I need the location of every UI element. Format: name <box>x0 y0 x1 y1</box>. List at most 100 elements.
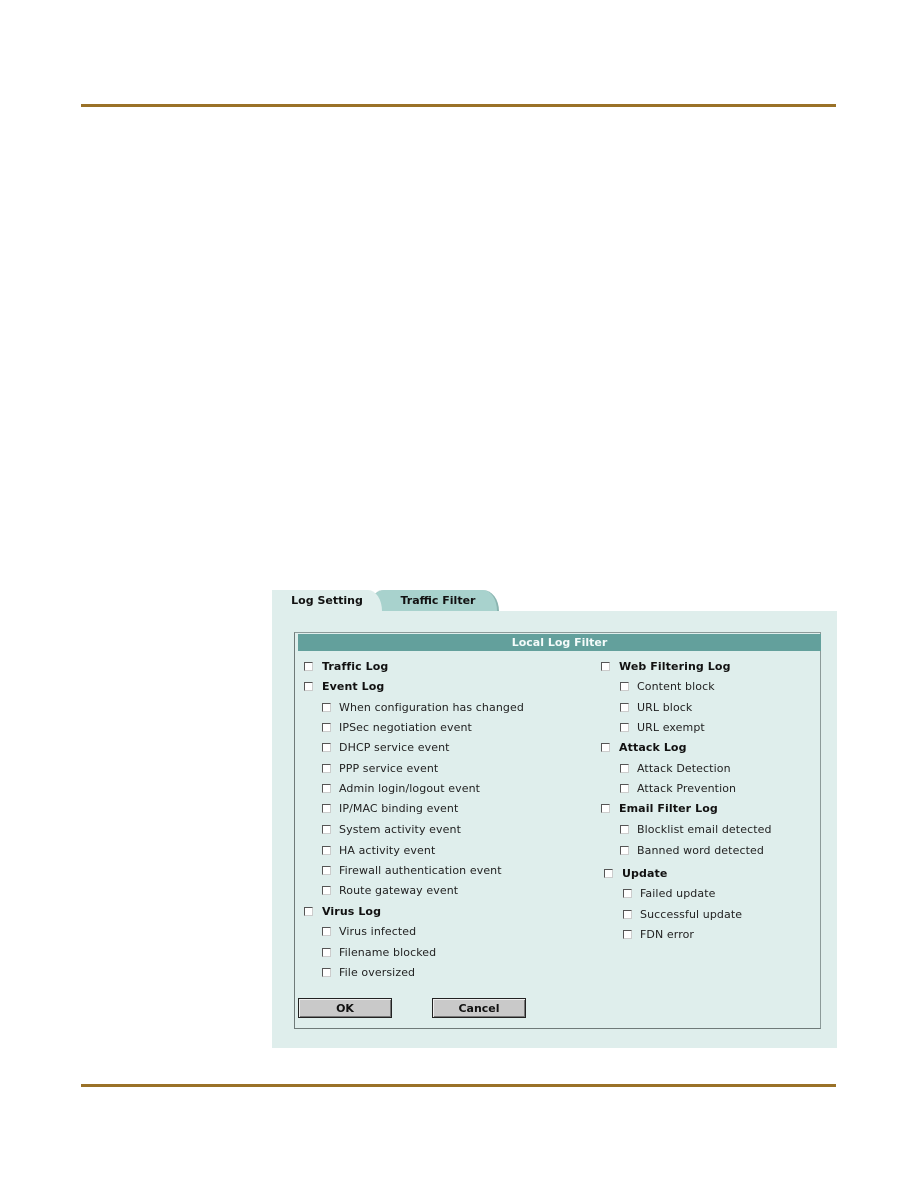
cancel-button[interactable]: Cancel <box>432 998 526 1018</box>
log-option-successful-update[interactable]: Successful update <box>623 906 742 922</box>
checkbox-label: When configuration has changed <box>339 700 524 714</box>
checkbox[interactable] <box>620 763 629 773</box>
tab-traffic-filter[interactable]: Traffic Filter <box>368 590 499 611</box>
checkbox[interactable] <box>620 702 629 712</box>
checkbox-label: Route gateway event <box>339 883 459 897</box>
checkbox[interactable] <box>620 722 629 732</box>
checkbox-label: PPP service event <box>339 761 439 775</box>
checkbox-label: IP/MAC binding event <box>339 801 459 815</box>
log-option-url-exempt[interactable]: URL exempt <box>620 719 705 735</box>
log-option-banned-word-detected[interactable]: Banned word detected <box>620 842 764 858</box>
checkbox[interactable] <box>620 845 629 855</box>
checkbox[interactable] <box>620 783 629 793</box>
log-group-event-log[interactable]: Event Log <box>304 678 384 694</box>
checkbox[interactable] <box>604 868 613 878</box>
checkbox[interactable] <box>322 803 331 813</box>
checkbox-label: Filename blocked <box>339 945 437 959</box>
checkbox-label: Virus infected <box>339 924 417 938</box>
checkbox-label: Virus Log <box>322 904 382 918</box>
log-option-when-configuration-has-changed[interactable]: When configuration has changed <box>322 699 524 715</box>
checkbox[interactable] <box>620 824 629 834</box>
checkbox-label: Banned word detected <box>637 843 764 857</box>
checkbox[interactable] <box>322 783 331 793</box>
log-option-fdn-error[interactable]: FDN error <box>623 926 694 942</box>
checkbox-label: Email Filter Log <box>619 801 718 815</box>
log-option-file-oversized[interactable]: File oversized <box>322 964 415 980</box>
checkbox-label: System activity event <box>339 822 461 836</box>
checkbox[interactable] <box>623 929 632 939</box>
checkbox-label: Firewall authentication event <box>339 863 502 877</box>
checkbox[interactable] <box>322 763 331 773</box>
checkbox-label: Attack Prevention <box>637 781 737 795</box>
checkbox[interactable] <box>322 926 331 936</box>
log-option-firewall-authentication-event[interactable]: Firewall authentication event <box>322 862 502 878</box>
log-option-ha-activity-event[interactable]: HA activity event <box>322 842 435 858</box>
log-option-failed-update[interactable]: Failed update <box>623 885 715 901</box>
checkbox-label: Successful update <box>640 907 743 921</box>
top-rule <box>81 104 836 107</box>
log-option-ipsec-negotiation-event[interactable]: IPSec negotiation event <box>322 719 472 735</box>
checkbox-label: IPSec negotiation event <box>339 720 472 734</box>
log-option-admin-login-logout-event[interactable]: Admin login/logout event <box>322 780 480 796</box>
panel-title: Local Log Filter <box>298 634 821 651</box>
checkbox-label: Admin login/logout event <box>339 781 481 795</box>
checkbox[interactable] <box>322 947 331 957</box>
log-option-dhcp-service-event[interactable]: DHCP service event <box>322 739 450 755</box>
checkbox-label: Content block <box>637 679 715 693</box>
log-option-url-block[interactable]: URL block <box>620 699 692 715</box>
checkbox-label: Web Filtering Log <box>619 659 731 673</box>
log-group-web-filtering-log[interactable]: Web Filtering Log <box>601 658 731 674</box>
checkbox-label: HA activity event <box>339 843 436 857</box>
checkbox-label: File oversized <box>339 965 416 979</box>
checkbox[interactable] <box>601 661 610 671</box>
checkbox-label: URL exempt <box>637 720 705 734</box>
log-option-ip-mac-binding-event[interactable]: IP/MAC binding event <box>322 800 458 816</box>
log-option-route-gateway-event[interactable]: Route gateway event <box>322 882 458 898</box>
log-option-content-block[interactable]: Content block <box>620 678 715 694</box>
checkbox[interactable] <box>601 742 610 752</box>
bottom-rule <box>81 1084 836 1087</box>
checkbox[interactable] <box>322 702 331 712</box>
checkbox-label: Blocklist email detected <box>637 822 772 836</box>
log-group-update[interactable]: Update <box>604 865 667 881</box>
checkbox[interactable] <box>304 661 313 671</box>
checkbox[interactable] <box>623 909 632 919</box>
checkbox[interactable] <box>304 681 313 691</box>
checkbox-label: Attack Log <box>619 740 687 754</box>
log-option-virus-infected[interactable]: Virus infected <box>322 923 416 939</box>
checkbox-label: Traffic Log <box>322 659 389 673</box>
log-group-traffic-log[interactable]: Traffic Log <box>304 658 388 674</box>
ok-button[interactable]: OK <box>298 998 392 1018</box>
log-group-email-filter-log[interactable]: Email Filter Log <box>601 800 718 816</box>
log-option-attack-prevention[interactable]: Attack Prevention <box>620 780 736 796</box>
log-group-virus-log[interactable]: Virus Log <box>304 903 381 919</box>
checkbox-label: Attack Detection <box>637 761 731 775</box>
log-option-blocklist-email-detected[interactable]: Blocklist email detected <box>620 821 772 837</box>
checkbox[interactable] <box>620 681 629 691</box>
tab-log-setting-label: Log Setting <box>291 594 363 607</box>
checkbox-label: FDN error <box>640 927 695 941</box>
checkbox[interactable] <box>322 742 331 752</box>
tab-traffic-filter-label: Traffic Filter <box>400 594 476 607</box>
checkbox[interactable] <box>322 885 331 895</box>
checkbox[interactable] <box>304 906 313 916</box>
checkbox-label: URL block <box>637 700 693 714</box>
checkbox-label: Update <box>622 866 668 880</box>
log-option-attack-detection[interactable]: Attack Detection <box>620 760 731 776</box>
log-option-filename-blocked[interactable]: Filename blocked <box>322 944 436 960</box>
checkbox[interactable] <box>322 845 331 855</box>
log-option-ppp-service-event[interactable]: PPP service event <box>322 760 438 776</box>
log-option-system-activity-event[interactable]: System activity event <box>322 821 461 837</box>
checkbox[interactable] <box>601 803 610 813</box>
checkbox[interactable] <box>322 865 331 875</box>
checkbox-label: Event Log <box>322 679 385 693</box>
checkbox-label: Failed update <box>640 886 716 900</box>
tab-log-setting[interactable]: Log Setting <box>272 590 382 611</box>
checkbox[interactable] <box>322 967 331 977</box>
log-group-attack-log[interactable]: Attack Log <box>601 739 687 755</box>
checkbox[interactable] <box>322 722 331 732</box>
checkbox[interactable] <box>322 824 331 834</box>
tab-bar: Log Setting Traffic Filter <box>272 590 837 611</box>
checkbox[interactable] <box>623 888 632 898</box>
checkbox-label: DHCP service event <box>339 740 450 754</box>
